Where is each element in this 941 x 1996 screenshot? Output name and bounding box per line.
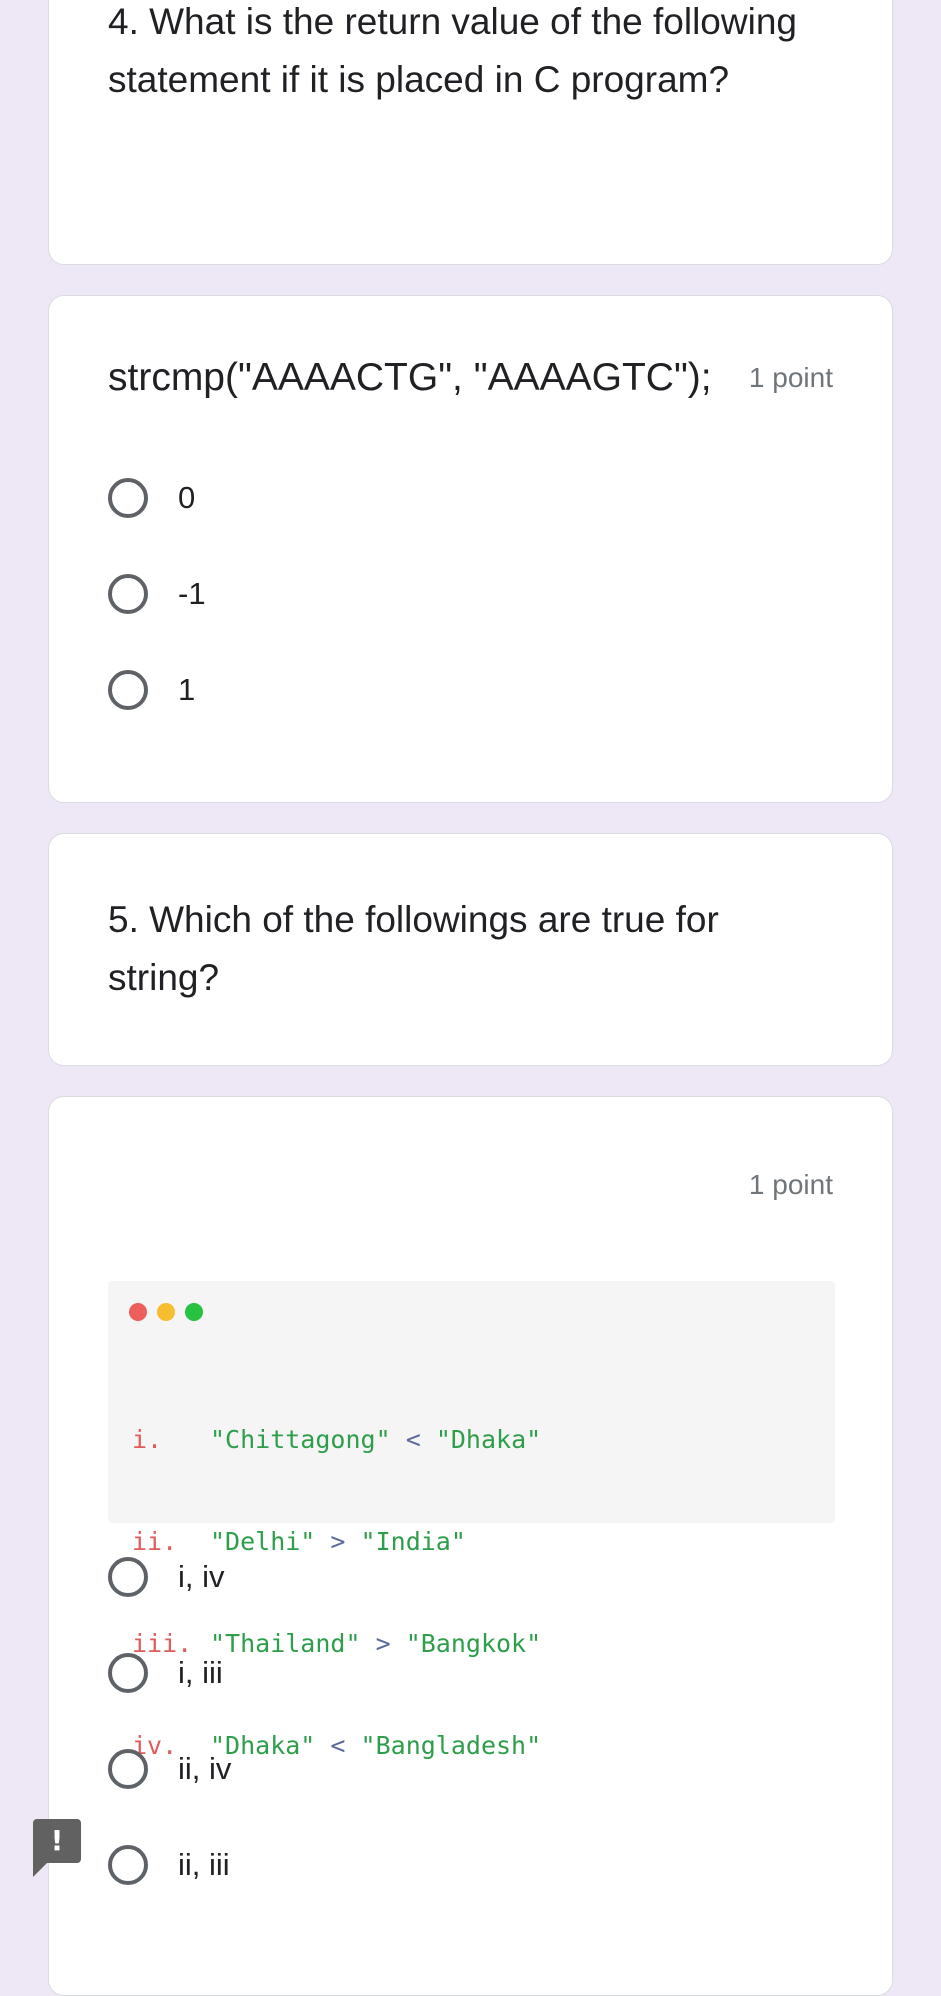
radio-button[interactable] [108,574,148,614]
code-operator: < [330,1731,346,1760]
radio-button[interactable] [108,670,148,710]
code-operator: > [375,1629,391,1658]
radio-button[interactable] [108,1557,148,1597]
code-string: "Thailand" [210,1629,361,1658]
code-string: "India" [360,1527,466,1556]
question-4-title-card: 4. What is the return value of the follo… [48,0,893,265]
option-label: 1 [178,672,196,707]
maximize-dot-icon [185,1303,203,1321]
code-operator: > [330,1527,346,1556]
feedback-icon: ! [50,1824,64,1857]
question-5-option-ii-iv[interactable]: ii, iv [108,1749,231,1789]
code-line: i. "Chittagong" < "Dhaka" [132,1423,541,1457]
window-controls [129,1303,213,1321]
option-label: i, iii [178,1655,223,1690]
question-5-card: 1 point i. "Chittagong" < "Dhaka" ii. "Del… [48,1096,893,1996]
question-4-points: 1 point [748,362,833,393]
question-4-title: 4. What is the return value of the follo… [108,1,797,100]
question-4-option-0[interactable]: 0 [108,478,195,518]
question-4-option-1[interactable]: 1 [108,670,195,710]
question-4-option-minus-1[interactable]: -1 [108,574,206,614]
option-label: i, iv [178,1559,225,1594]
option-label: ii, iii [178,1847,230,1882]
code-string: "Bangladesh" [360,1731,542,1760]
question-5-title: 5. Which of the followings are true for … [108,899,719,998]
code-line: ii. "Delhi" > "India" [132,1525,541,1559]
question-5-points: 1 point [748,1169,833,1200]
code-string: "Delhi" [210,1527,316,1556]
feedback-button[interactable]: ! [33,1819,81,1877]
code-snippet-image: i. "Chittagong" < "Dhaka" ii. "Delhi" > "I… [108,1281,835,1760]
code-operator: < [405,1425,421,1454]
radio-button[interactable] [108,478,148,518]
question-5-option-i-iii[interactable]: i, iii [108,1653,223,1693]
code-line-number: i. [132,1425,163,1454]
radio-button[interactable] [108,1653,148,1693]
option-label: -1 [178,576,206,611]
question-5-title-card: 5. Which of the followings are true for … [48,833,893,1066]
minimize-dot-icon [157,1303,175,1321]
question-5-option-i-iv[interactable]: i, iv [108,1557,225,1597]
code-string: "Bangkok" [405,1629,542,1658]
question-4-card: strcmp("AAAACTG", "AAAAGTC"); 1 point 0 … [48,295,893,803]
code-string: "Chittagong" [210,1425,391,1454]
option-label: ii, iv [178,1751,232,1786]
radio-button[interactable] [108,1845,148,1885]
code-string: "Dhaka" [435,1425,542,1454]
code-line-number: ii. [132,1527,178,1556]
close-dot-icon [129,1303,147,1321]
question-4-header: strcmp("AAAACTG", "AAAAGTC"); 1 point [108,356,833,400]
radio-button[interactable] [108,1749,148,1789]
question-5-option-ii-iii[interactable]: ii, iii [108,1845,230,1885]
option-label: 0 [178,480,196,515]
question-4-prompt: strcmp("AAAACTG", "AAAAGTC"); [108,356,712,399]
